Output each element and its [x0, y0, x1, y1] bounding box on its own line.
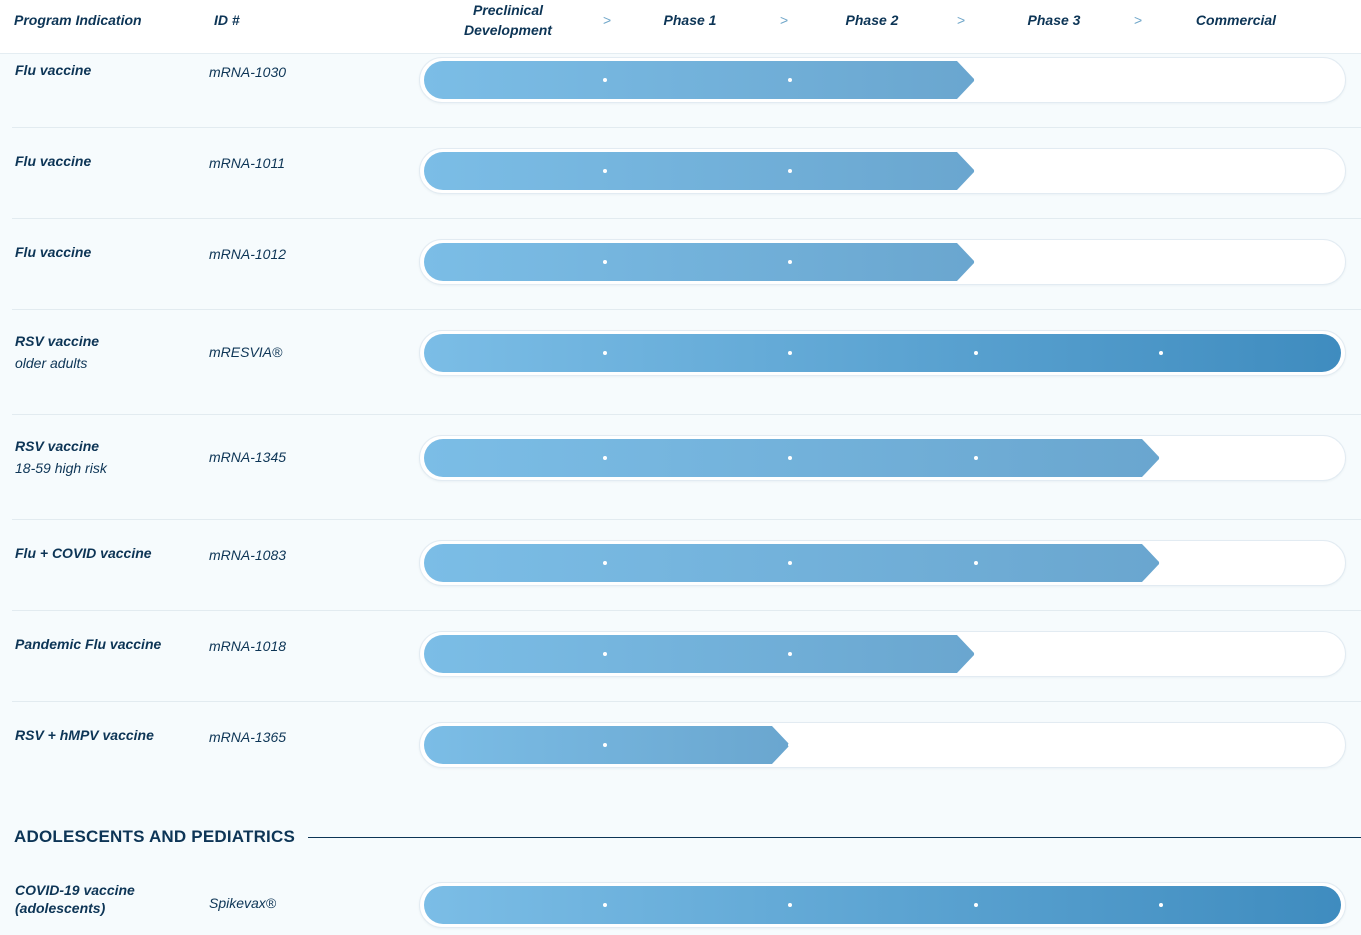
- progress-bar: [424, 61, 978, 99]
- program-name: Flu vaccine: [15, 244, 92, 260]
- stage-marker-dot: [788, 456, 792, 460]
- program-name: COVID-19 vaccine: [15, 882, 135, 898]
- header-stage-phase2: Phase 2: [845, 12, 899, 28]
- stage-marker-dot: [603, 561, 607, 565]
- header-stage-commercial: Commercial: [1195, 12, 1277, 28]
- program-row[interactable]: Flu + COVID vaccine mRNA-1083: [12, 520, 1361, 611]
- progress-fill: [424, 243, 975, 281]
- stage-marker-dot: [603, 169, 607, 173]
- program-id: mRNA-1018: [209, 638, 287, 654]
- program-id: mRNA-1011: [209, 155, 285, 171]
- progress-track: [419, 148, 1346, 194]
- program-subtitle: 18-59 high risk: [15, 460, 107, 476]
- stage-marker-dot: [788, 351, 792, 355]
- program-name: Flu + COVID vaccine: [15, 545, 152, 561]
- program-id: mRNA-1012: [209, 246, 287, 262]
- progress-track: [419, 330, 1346, 376]
- progress-bar: [424, 886, 1341, 924]
- progress-track: [419, 882, 1346, 928]
- stage-marker-dot: [788, 260, 792, 264]
- section-divider: [308, 837, 1361, 838]
- progress-track: [419, 239, 1346, 285]
- program-name: RSV vaccine: [15, 333, 100, 349]
- program-name: RSV vaccine: [15, 438, 100, 454]
- progress-track: [419, 722, 1346, 768]
- progress-bar: [424, 334, 1341, 372]
- program-subtitle: older adults: [15, 355, 88, 371]
- program-row[interactable]: RSV vaccine older adults mRESVIA®: [12, 310, 1361, 415]
- program-row[interactable]: Flu vaccine mRNA-1012: [12, 219, 1361, 310]
- progress-fill: [424, 152, 975, 190]
- stage-marker-dot: [603, 260, 607, 264]
- progress-fill: [424, 635, 975, 673]
- stage-marker-dot: [603, 743, 607, 747]
- program-name: Flu vaccine: [15, 153, 92, 169]
- chevron-right-icon: >: [957, 12, 966, 28]
- program-id: mRESVIA®: [209, 344, 283, 360]
- stage-marker-dot: [974, 260, 978, 264]
- chevron-right-icon: >: [1134, 12, 1143, 28]
- program-id: mRNA-1083: [209, 547, 287, 563]
- stage-marker-dot: [603, 903, 607, 907]
- program-id: mRNA-1030: [209, 64, 287, 80]
- progress-bar: [424, 243, 978, 281]
- stage-marker-dot: [974, 903, 978, 907]
- stage-marker-dot: [974, 351, 978, 355]
- chevron-right-icon: >: [780, 12, 789, 28]
- stage-marker-dot: [974, 78, 978, 82]
- stage-marker-dot: [1159, 561, 1163, 565]
- stage-marker-dot: [788, 78, 792, 82]
- program-row[interactable]: Pandemic Flu vaccine mRNA-1018: [12, 611, 1361, 702]
- program-row[interactable]: RSV + hMPV vaccine mRNA-1365: [12, 702, 1361, 792]
- section-title: ADOLESCENTS AND PEDIATRICS: [14, 827, 295, 846]
- stage-marker-dot: [788, 743, 792, 747]
- header-stage-phase3: Phase 3: [1027, 12, 1081, 28]
- stage-marker-dot: [974, 169, 978, 173]
- stage-marker-dot: [1159, 351, 1163, 355]
- header-stage-phase1: Phase 1: [663, 12, 717, 28]
- pipeline-header: Program Indication ID # Preclinical Deve…: [0, 0, 1361, 54]
- program-id: mRNA-1365: [209, 729, 287, 745]
- program-row[interactable]: Flu vaccine mRNA-1030: [12, 54, 1361, 128]
- progress-bar: [424, 635, 978, 673]
- stage-marker-dot: [603, 351, 607, 355]
- stage-marker-dot: [788, 561, 792, 565]
- program-row[interactable]: Flu vaccine mRNA-1011: [12, 128, 1361, 219]
- stage-marker-dot: [788, 169, 792, 173]
- progress-bar: [424, 544, 1163, 582]
- stage-marker-dot: [1159, 456, 1163, 460]
- progress-bar: [424, 726, 792, 764]
- program-name: Flu vaccine: [15, 62, 92, 78]
- stage-marker-dot: [788, 903, 792, 907]
- stage-marker-dot: [974, 456, 978, 460]
- program-row[interactable]: RSV vaccine 18-59 high risk mRNA-1345: [12, 415, 1361, 520]
- header-program-indication: Program Indication: [14, 12, 142, 28]
- stage-marker-dot: [974, 561, 978, 565]
- chevron-right-icon: >: [603, 12, 612, 28]
- progress-track: [419, 57, 1346, 103]
- progress-fill: [424, 886, 1341, 924]
- program-name: Pandemic Flu vaccine: [15, 636, 162, 652]
- program-id: Spikevax®: [209, 895, 277, 911]
- stage-marker-dot: [603, 78, 607, 82]
- stage-marker-dot: [603, 652, 607, 656]
- program-name: RSV + hMPV vaccine: [15, 727, 154, 743]
- program-name-line2: (adolescents): [15, 900, 106, 916]
- program-row[interactable]: COVID-19 vaccine (adolescents) Spikevax®: [12, 860, 1361, 935]
- progress-track: [419, 631, 1346, 677]
- stage-marker-dot: [603, 456, 607, 460]
- progress-bar: [424, 439, 1163, 477]
- stage-marker-dot: [1159, 903, 1163, 907]
- progress-bar: [424, 152, 978, 190]
- progress-track: [419, 540, 1346, 586]
- program-id: mRNA-1345: [209, 449, 287, 465]
- progress-fill: [424, 334, 1341, 372]
- progress-track: [419, 435, 1346, 481]
- header-stage-preclinical: Preclinical Development: [464, 2, 552, 38]
- progress-fill: [424, 61, 975, 99]
- stage-marker-dot: [974, 652, 978, 656]
- stage-marker-dot: [788, 652, 792, 656]
- header-id: ID #: [214, 12, 240, 28]
